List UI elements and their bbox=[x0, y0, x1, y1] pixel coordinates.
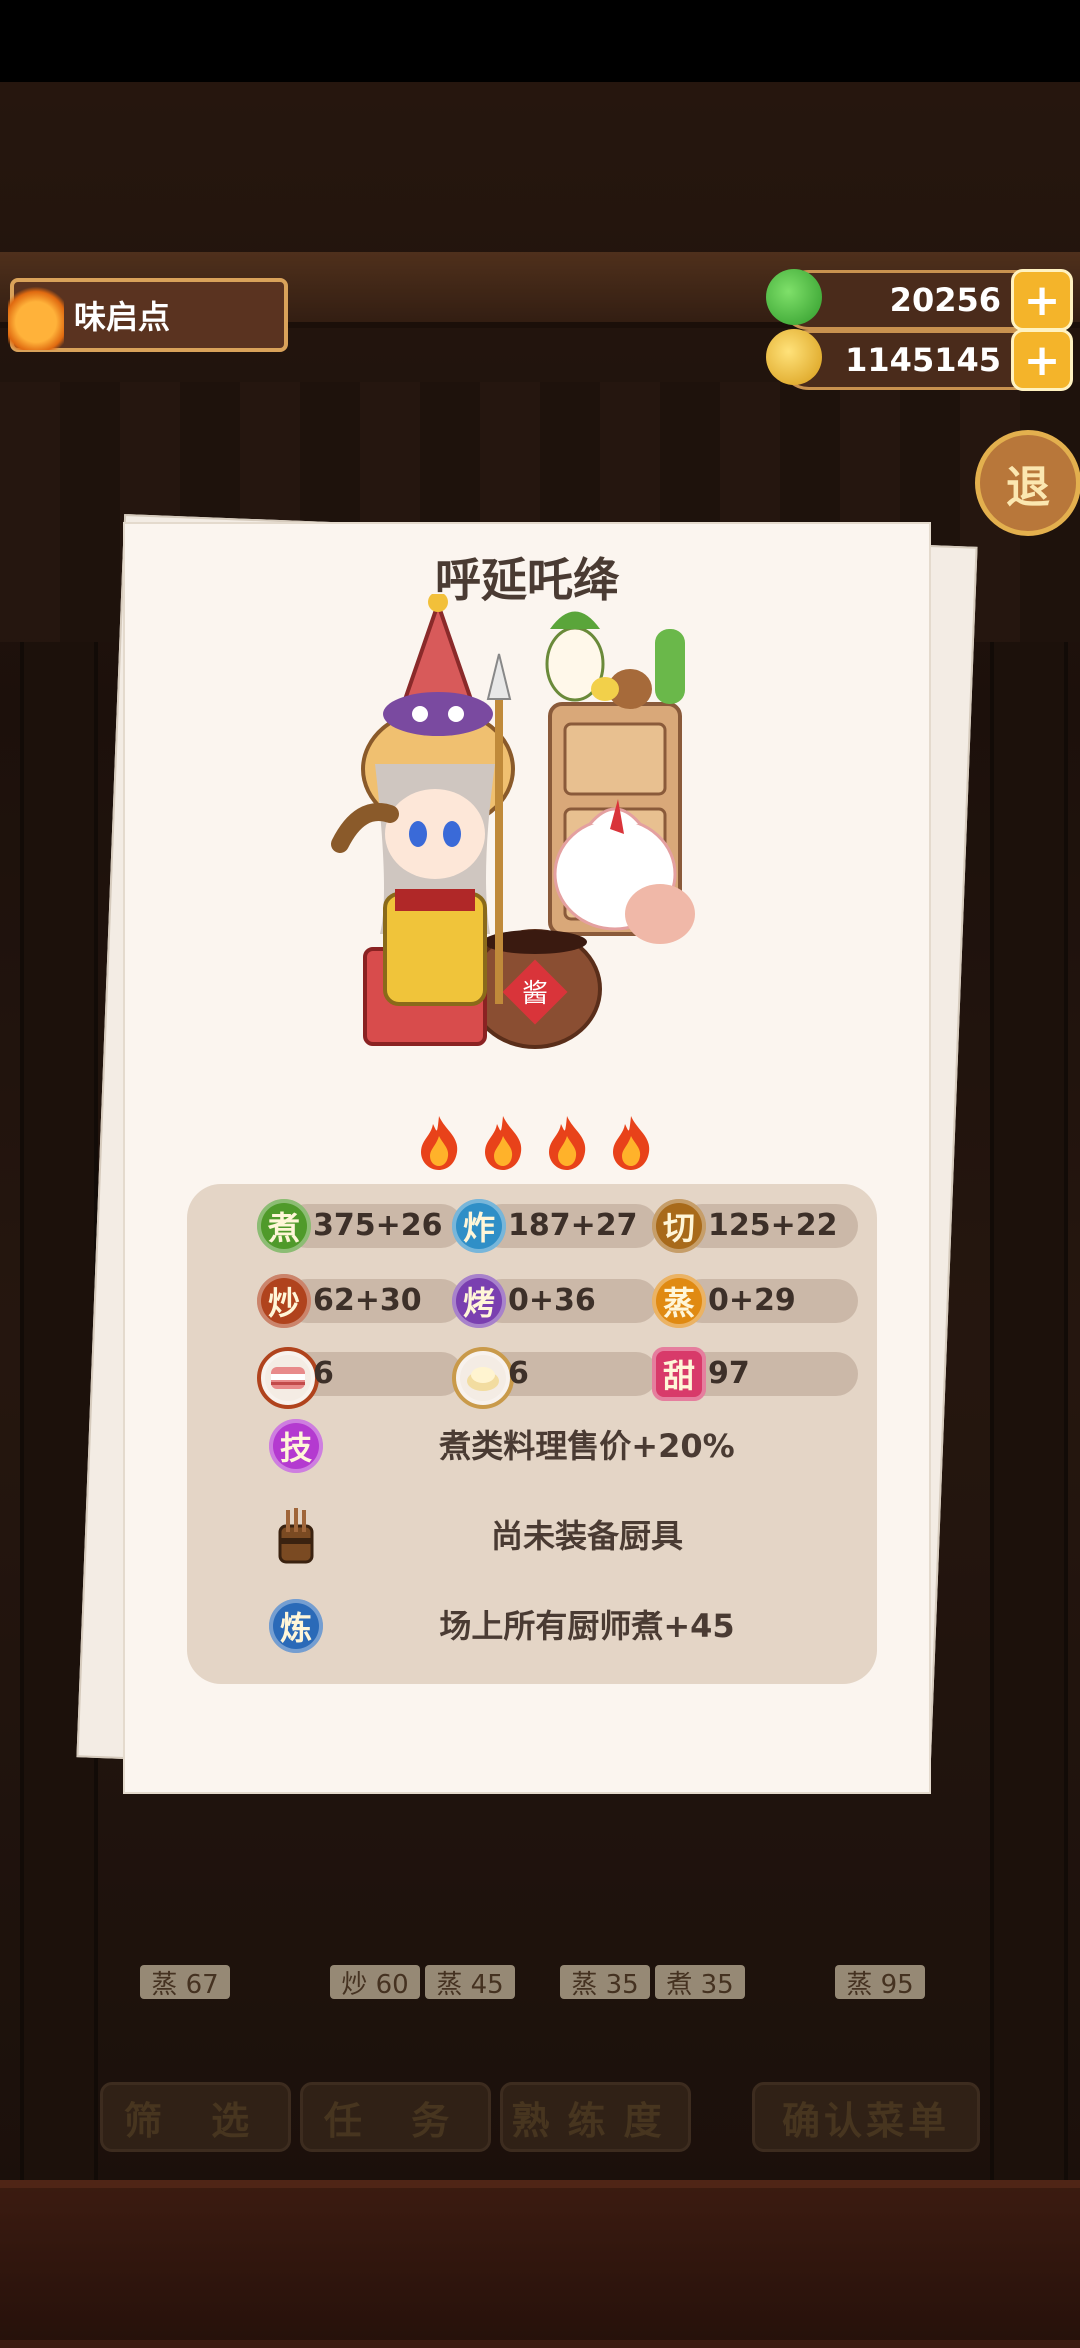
flame-icon bbox=[485, 1116, 522, 1170]
stat-boil: 煮 375+26 bbox=[257, 1199, 467, 1253]
stat-cut: 切 125+22 bbox=[652, 1199, 862, 1253]
stat-fry: 炸 187+27 bbox=[452, 1199, 662, 1253]
flour-icon bbox=[452, 1347, 514, 1409]
coin-currency-value: 1145145 bbox=[845, 341, 1001, 379]
material-value: 6 bbox=[508, 1356, 529, 1391]
add-coin-button[interactable]: + bbox=[1011, 329, 1073, 391]
stat-value: 125+22 bbox=[708, 1208, 838, 1243]
green-currency-value: 20256 bbox=[889, 281, 1001, 319]
material-value: 6 bbox=[313, 1356, 334, 1391]
location-badge[interactable]: 味启点 bbox=[8, 278, 288, 352]
flame-icon bbox=[549, 1116, 586, 1170]
exit-button[interactable]: 退 bbox=[975, 430, 1080, 536]
equipment-text: 尚未装备厨具 bbox=[490, 1517, 683, 1555]
meat-icon bbox=[257, 1347, 319, 1409]
materials-row: 6 6 甜 97 bbox=[187, 1342, 877, 1409]
steam-icon: 蒸 bbox=[652, 1274, 706, 1328]
rarity-flames bbox=[415, 1114, 655, 1174]
material-flour: 6 bbox=[452, 1347, 662, 1409]
stat-roast: 烤 0+36 bbox=[452, 1274, 662, 1328]
stats-row: 煮 375+26 炸 187+27 切 125+22 bbox=[187, 1194, 877, 1254]
stat-value: 187+27 bbox=[508, 1208, 638, 1243]
add-green-currency-button[interactable]: + bbox=[1011, 269, 1073, 331]
flame-icon bbox=[421, 1116, 458, 1170]
chef-detail-card: 呼延吒绛 酱 煮 375+26 炸 187+27 切 125+22 炒 62+3… bbox=[123, 522, 931, 1794]
refine-icon: 炼 bbox=[269, 1599, 323, 1653]
skill-row: 技 煮类料理售价+20% bbox=[187, 1414, 877, 1478]
material-sweet: 甜 97 bbox=[652, 1347, 862, 1401]
sweet-icon: 甜 bbox=[652, 1347, 706, 1401]
cut-icon: 切 bbox=[652, 1199, 706, 1253]
equipment-row[interactable]: 尚未装备厨具 bbox=[187, 1504, 877, 1568]
green-currency: 20256 + bbox=[766, 269, 1073, 331]
refine-row: 炼 场上所有厨师煮+45 bbox=[187, 1594, 877, 1658]
stirfry-icon: 炒 bbox=[257, 1274, 311, 1328]
fry-icon: 炸 bbox=[452, 1199, 506, 1253]
stat-value: 0+29 bbox=[708, 1283, 796, 1318]
skill-text: 煮类料理售价+20% bbox=[439, 1427, 735, 1465]
stat-value: 0+36 bbox=[508, 1283, 596, 1318]
chef-portrait: 酱 bbox=[331, 594, 695, 1049]
chef-stats-panel: 煮 375+26 炸 187+27 切 125+22 炒 62+30 烤 0+3… bbox=[187, 1184, 877, 1684]
utensil-icon bbox=[269, 1508, 323, 1564]
stat-stirfry: 炒 62+30 bbox=[257, 1274, 467, 1328]
svg-text:酱: 酱 bbox=[522, 979, 548, 1009]
flame-icon bbox=[613, 1116, 650, 1170]
stat-steam: 蒸 0+29 bbox=[652, 1274, 862, 1328]
roast-icon: 烤 bbox=[452, 1274, 506, 1328]
skill-icon: 技 bbox=[269, 1419, 323, 1473]
coin-currency: 1145145 + bbox=[766, 329, 1073, 391]
stat-value: 375+26 bbox=[313, 1208, 443, 1243]
coin-icon bbox=[766, 329, 822, 385]
flame-icon bbox=[8, 280, 64, 350]
boil-icon: 煮 bbox=[257, 1199, 311, 1253]
stat-value: 62+30 bbox=[313, 1283, 422, 1318]
location-name: 味启点 bbox=[74, 298, 171, 336]
refine-text: 场上所有厨师煮+45 bbox=[439, 1607, 735, 1645]
stats-row: 炒 62+30 烤 0+36 蒸 0+29 bbox=[187, 1269, 877, 1329]
jade-icon bbox=[766, 269, 822, 325]
material-value: 97 bbox=[708, 1356, 750, 1391]
material-meat: 6 bbox=[257, 1347, 467, 1409]
